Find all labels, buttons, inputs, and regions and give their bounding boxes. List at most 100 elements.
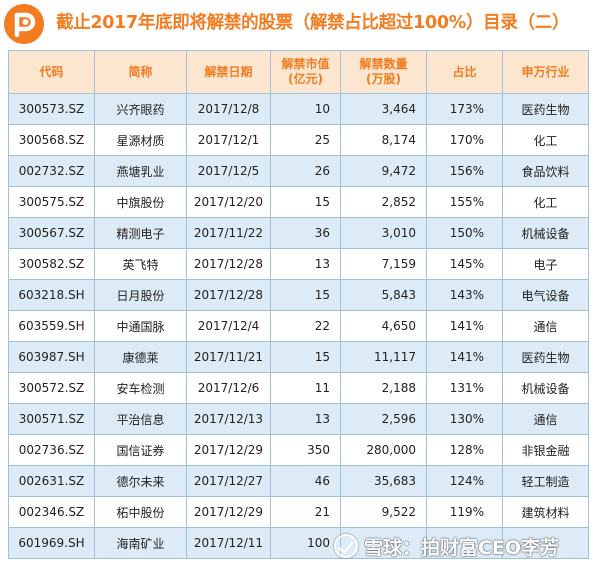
cell-ratio: 119% [426, 496, 503, 528]
cell-ratio: 130% [426, 403, 503, 435]
cell-industry: 医药生物 [502, 341, 589, 373]
header-code: 代码 [8, 50, 95, 94]
cell-shares: 280,000 [340, 434, 427, 466]
watermark-text: 雪球：拍财富CEO李芳 [364, 536, 560, 559]
cell-value: 46 [270, 465, 341, 497]
table-row: 300571.SZ 平治信息 2017/12/13 13 2,596 130% 通信 [8, 403, 589, 435]
cell-code: 603559.SH [8, 310, 95, 342]
cell-name: 日月股份 [94, 279, 187, 311]
header-value-label: 解禁市值 (亿元) [281, 57, 330, 86]
cell-value: 26 [270, 155, 341, 187]
cell-industry: 机械设备 [502, 372, 589, 404]
cell-name: 国信证券 [94, 434, 187, 466]
table-header-row: 代码 简称 解禁日期 解禁市值 (亿元) 解禁数量 (万股) 占比 申万行业 [8, 50, 589, 94]
table-row: 603218.SH 日月股份 2017/12/28 15 5,843 143% 电气设备 [8, 279, 589, 311]
cell-ratio: 173% [426, 93, 503, 125]
cell-ratio: 145% [426, 248, 503, 280]
table-row: 300575.SZ 中旗股份 2017/12/20 15 2,852 155% 化工 [8, 186, 589, 218]
cell-name: 兴齐眼药 [94, 93, 187, 125]
table-row: 300567.SZ 精测电子 2017/11/22 36 3,010 150% 机械设备 [8, 217, 589, 249]
cell-name: 星源材质 [94, 124, 187, 156]
cell-code: 300567.SZ [8, 217, 95, 249]
cell-name: 中通国脉 [94, 310, 187, 342]
cell-date: 2017/12/28 [186, 279, 271, 311]
cell-industry: 医药生物 [502, 93, 589, 125]
cell-ratio: 143% [426, 279, 503, 311]
cell-value: 21 [270, 496, 341, 528]
cell-date: 2017/11/22 [186, 217, 271, 249]
cell-name: 康德莱 [94, 341, 187, 373]
table-row: 300568.SZ 星源材质 2017/12/1 25 8,174 170% 化工 [8, 124, 589, 156]
cell-value: 15 [270, 186, 341, 218]
table-row: 002631.SZ 德尔未来 2017/12/27 46 35,683 124% 轻工制造 [8, 465, 589, 497]
table-row: 300572.SZ 安车检测 2017/12/6 11 2,188 131% 机械设备 [8, 372, 589, 404]
cell-value: 350 [270, 434, 341, 466]
cell-code: 300573.SZ [8, 93, 95, 125]
cell-industry: 电子 [502, 248, 589, 280]
cell-value: 15 [270, 341, 341, 373]
cell-ratio: 141% [426, 310, 503, 342]
cell-code: 300571.SZ [8, 403, 95, 435]
cell-value: 11 [270, 372, 341, 404]
page-title: 截止2017年底即将解禁的股票（解禁占比超过100%）目录（二） [56, 13, 570, 33]
cell-shares: 4,650 [340, 310, 427, 342]
cell-industry: 通信 [502, 310, 589, 342]
cell-code: 603987.SH [8, 341, 95, 373]
cell-shares: 9,472 [340, 155, 427, 187]
cell-date: 2017/12/5 [186, 155, 271, 187]
cell-value: 13 [270, 403, 341, 435]
cell-industry: 食品饮料 [502, 155, 589, 187]
table-row: 603559.SH 中通国脉 2017/12/4 22 4,650 141% 通信 [8, 310, 589, 342]
table-row: 300573.SZ 兴齐眼药 2017/12/8 10 3,464 173% 医药生物 [8, 93, 589, 125]
table-row: 300582.SZ 英飞特 2017/12/28 13 7,159 145% 电子 [8, 248, 589, 280]
cell-code: 300575.SZ [8, 186, 95, 218]
table-body: 300573.SZ 兴齐眼药 2017/12/8 10 3,464 173% 医药生物 300… [8, 93, 589, 559]
cell-name: 平治信息 [94, 403, 187, 435]
table-row: 002736.SZ 国信证券 2017/12/29 350 280,000 128% 非银金… [8, 434, 589, 466]
cell-date: 2017/12/4 [186, 310, 271, 342]
cell-ratio: 141% [426, 341, 503, 373]
cell-industry: 化工 [502, 124, 589, 156]
header-industry: 申万行业 [502, 50, 589, 94]
cell-ratio: 170% [426, 124, 503, 156]
cell-name: 柘中股份 [94, 496, 187, 528]
cell-shares: 3,010 [340, 217, 427, 249]
cell-industry: 非银金融 [502, 434, 589, 466]
header-value: 解禁市值 (亿元) [270, 50, 341, 94]
unlock-stock-table: 代码 简称 解禁日期 解禁市值 (亿元) 解禁数量 (万股) 占比 申万行业 3… [8, 50, 589, 559]
cell-code: 002346.SZ [8, 496, 95, 528]
cell-value: 10 [270, 93, 341, 125]
cell-shares: 2,852 [340, 186, 427, 218]
cell-date: 2017/12/8 [186, 93, 271, 125]
cell-shares: 8,174 [340, 124, 427, 156]
cell-industry: 通信 [502, 403, 589, 435]
cell-ratio: 128% [426, 434, 503, 466]
cell-shares: 7,159 [340, 248, 427, 280]
cell-value: 15 [270, 279, 341, 311]
header-name: 简称 [94, 50, 187, 94]
cell-value: 36 [270, 217, 341, 249]
cell-shares: 2,596 [340, 403, 427, 435]
cell-name: 海南矿业 [94, 527, 187, 559]
cell-shares: 35,683 [340, 465, 427, 497]
cell-ratio: 156% [426, 155, 503, 187]
cell-date: 2017/12/29 [186, 434, 271, 466]
cell-name: 德尔未来 [94, 465, 187, 497]
cell-name: 安车检测 [94, 372, 187, 404]
cell-ratio: 150% [426, 217, 503, 249]
cell-value: 22 [270, 310, 341, 342]
cell-date: 2017/12/29 [186, 496, 271, 528]
cell-industry: 电气设备 [502, 279, 589, 311]
cell-date: 2017/12/6 [186, 372, 271, 404]
cell-date: 2017/12/13 [186, 403, 271, 435]
cell-value: 13 [270, 248, 341, 280]
cell-industry: 机械设备 [502, 217, 589, 249]
p-logo-icon [4, 4, 44, 44]
cell-ratio: 131% [426, 372, 503, 404]
cell-date: 2017/12/28 [186, 248, 271, 280]
cell-date: 2017/12/11 [186, 527, 271, 559]
cell-name: 英飞特 [94, 248, 187, 280]
cell-shares: 2,188 [340, 372, 427, 404]
cell-code: 002736.SZ [8, 434, 95, 466]
cell-date: 2017/12/27 [186, 465, 271, 497]
